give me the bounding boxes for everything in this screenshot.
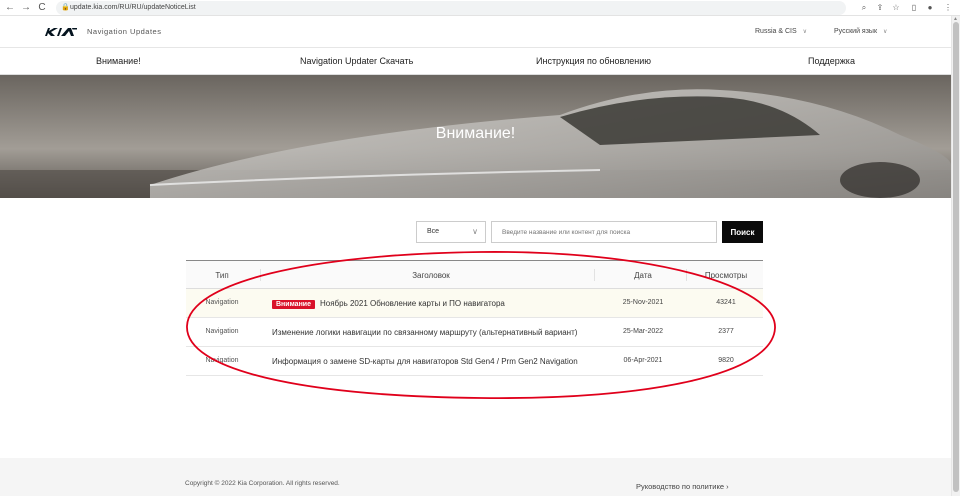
language-label: Русский язык: [834, 28, 878, 35]
chevron-down-icon: ∨: [472, 227, 478, 236]
brand-subtitle: Navigation Updates: [87, 27, 162, 36]
menu-icon[interactable]: ⋮: [942, 2, 954, 14]
lock-icon: 🔒: [61, 4, 70, 11]
copyright-text: Copyright © 2022 Kia Corporation. All ri…: [185, 480, 340, 487]
address-bar[interactable]: 🔒 update.kia.com/RU/RU/updateNoticeList: [56, 1, 846, 15]
policy-link[interactable]: Руководство по политике ›: [636, 482, 729, 491]
chevron-down-icon: ∨: [883, 29, 888, 35]
reload-button[interactable]: C: [36, 2, 48, 14]
category-value: Все: [427, 228, 440, 235]
kia-logo[interactable]: [44, 26, 78, 38]
address-text: update.kia.com/RU/RU/updateNoticeList: [70, 4, 196, 11]
profile-icon[interactable]: ●: [924, 2, 936, 14]
hero-banner: Внимание!: [0, 75, 951, 198]
star-icon[interactable]: ☆: [890, 2, 902, 14]
zoom-icon[interactable]: ⌕: [858, 2, 870, 14]
menu-item-notice[interactable]: Внимание!: [96, 56, 141, 66]
site-footer: Copyright © 2022 Kia Corporation. All ri…: [0, 458, 951, 496]
category-select[interactable]: Все ∨: [416, 221, 486, 243]
browser-toolbar: ← → C 🔒 update.kia.com/RU/RU/updateNotic…: [0, 0, 960, 16]
region-selector[interactable]: Russia & CIS ∨: [755, 28, 807, 35]
sidebar-icon[interactable]: ▯: [908, 2, 920, 14]
region-label: Russia & CIS: [755, 28, 797, 35]
search-input[interactable]: [491, 221, 717, 243]
scrollbar-thumb[interactable]: [953, 22, 959, 492]
menu-item-updater-download[interactable]: Navigation Updater Скачать: [300, 56, 413, 66]
chevron-down-icon: ∨: [802, 29, 808, 35]
forward-button[interactable]: →: [20, 2, 32, 14]
language-selector[interactable]: Русский язык ∨: [834, 28, 887, 35]
main-menu: Внимание! Navigation Updater Скачать Инс…: [0, 48, 951, 75]
site-header: Navigation Updates Russia & CIS ∨ Русский…: [0, 16, 951, 48]
back-button[interactable]: ←: [4, 2, 16, 14]
menu-item-instructions[interactable]: Инструкция по обновлению: [536, 56, 651, 66]
search-button[interactable]: Поиск: [722, 221, 763, 243]
share-icon[interactable]: ⇪: [874, 2, 886, 14]
menu-item-support[interactable]: Поддержка: [808, 56, 855, 66]
page-scrollbar[interactable]: ▲: [951, 16, 960, 496]
hero-title: Внимание!: [435, 125, 516, 142]
annotation-ellipse: [186, 251, 776, 399]
